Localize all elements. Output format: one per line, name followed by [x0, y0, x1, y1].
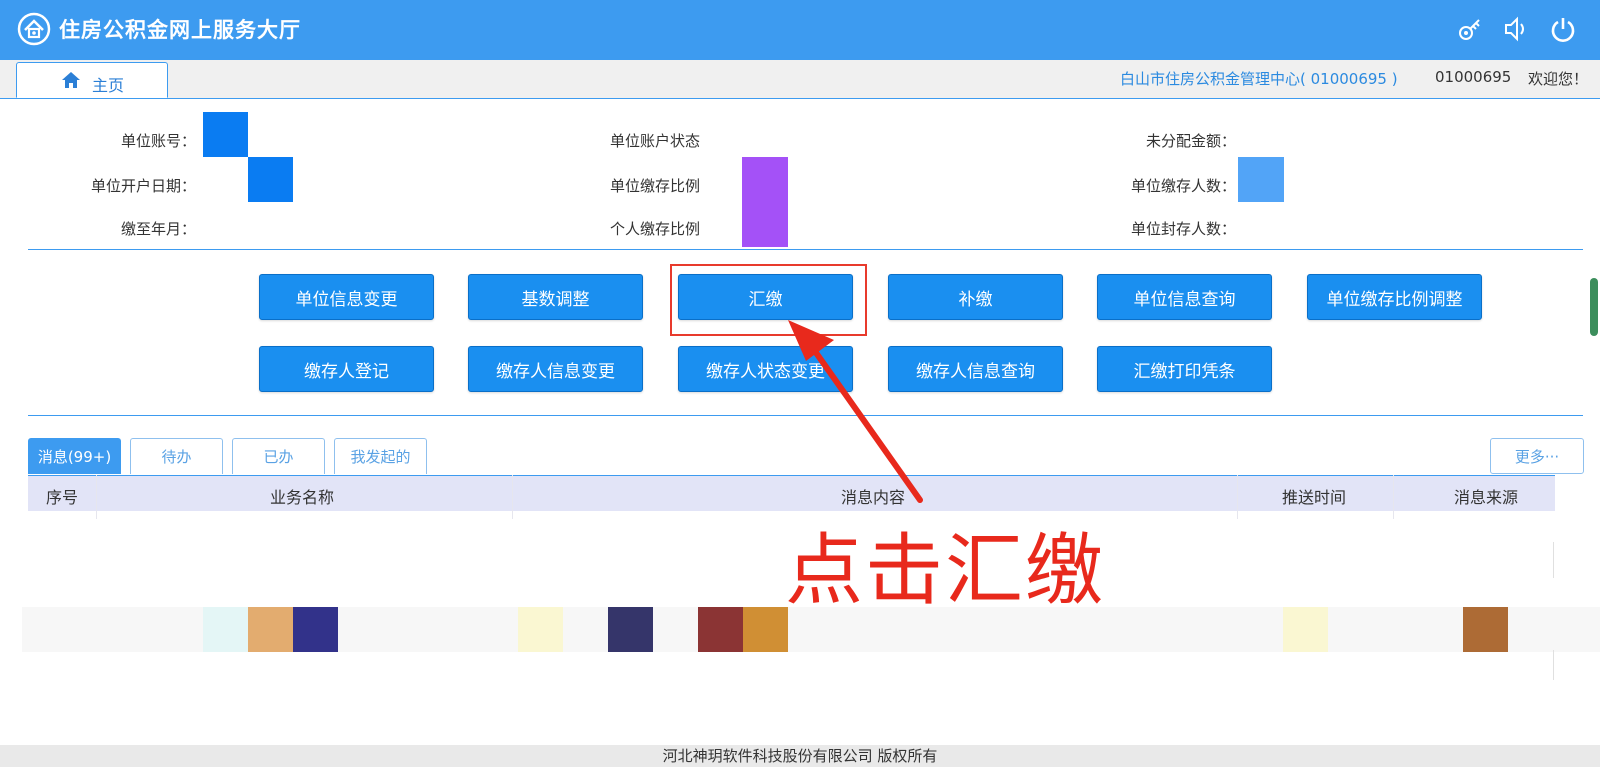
annotation-arrow-icon: [788, 320, 923, 503]
footer-copyright: 河北神玥软件科技股份有限公司 版权所有: [0, 745, 1600, 767]
annotation-text: 点击汇缴: [785, 526, 1106, 616]
